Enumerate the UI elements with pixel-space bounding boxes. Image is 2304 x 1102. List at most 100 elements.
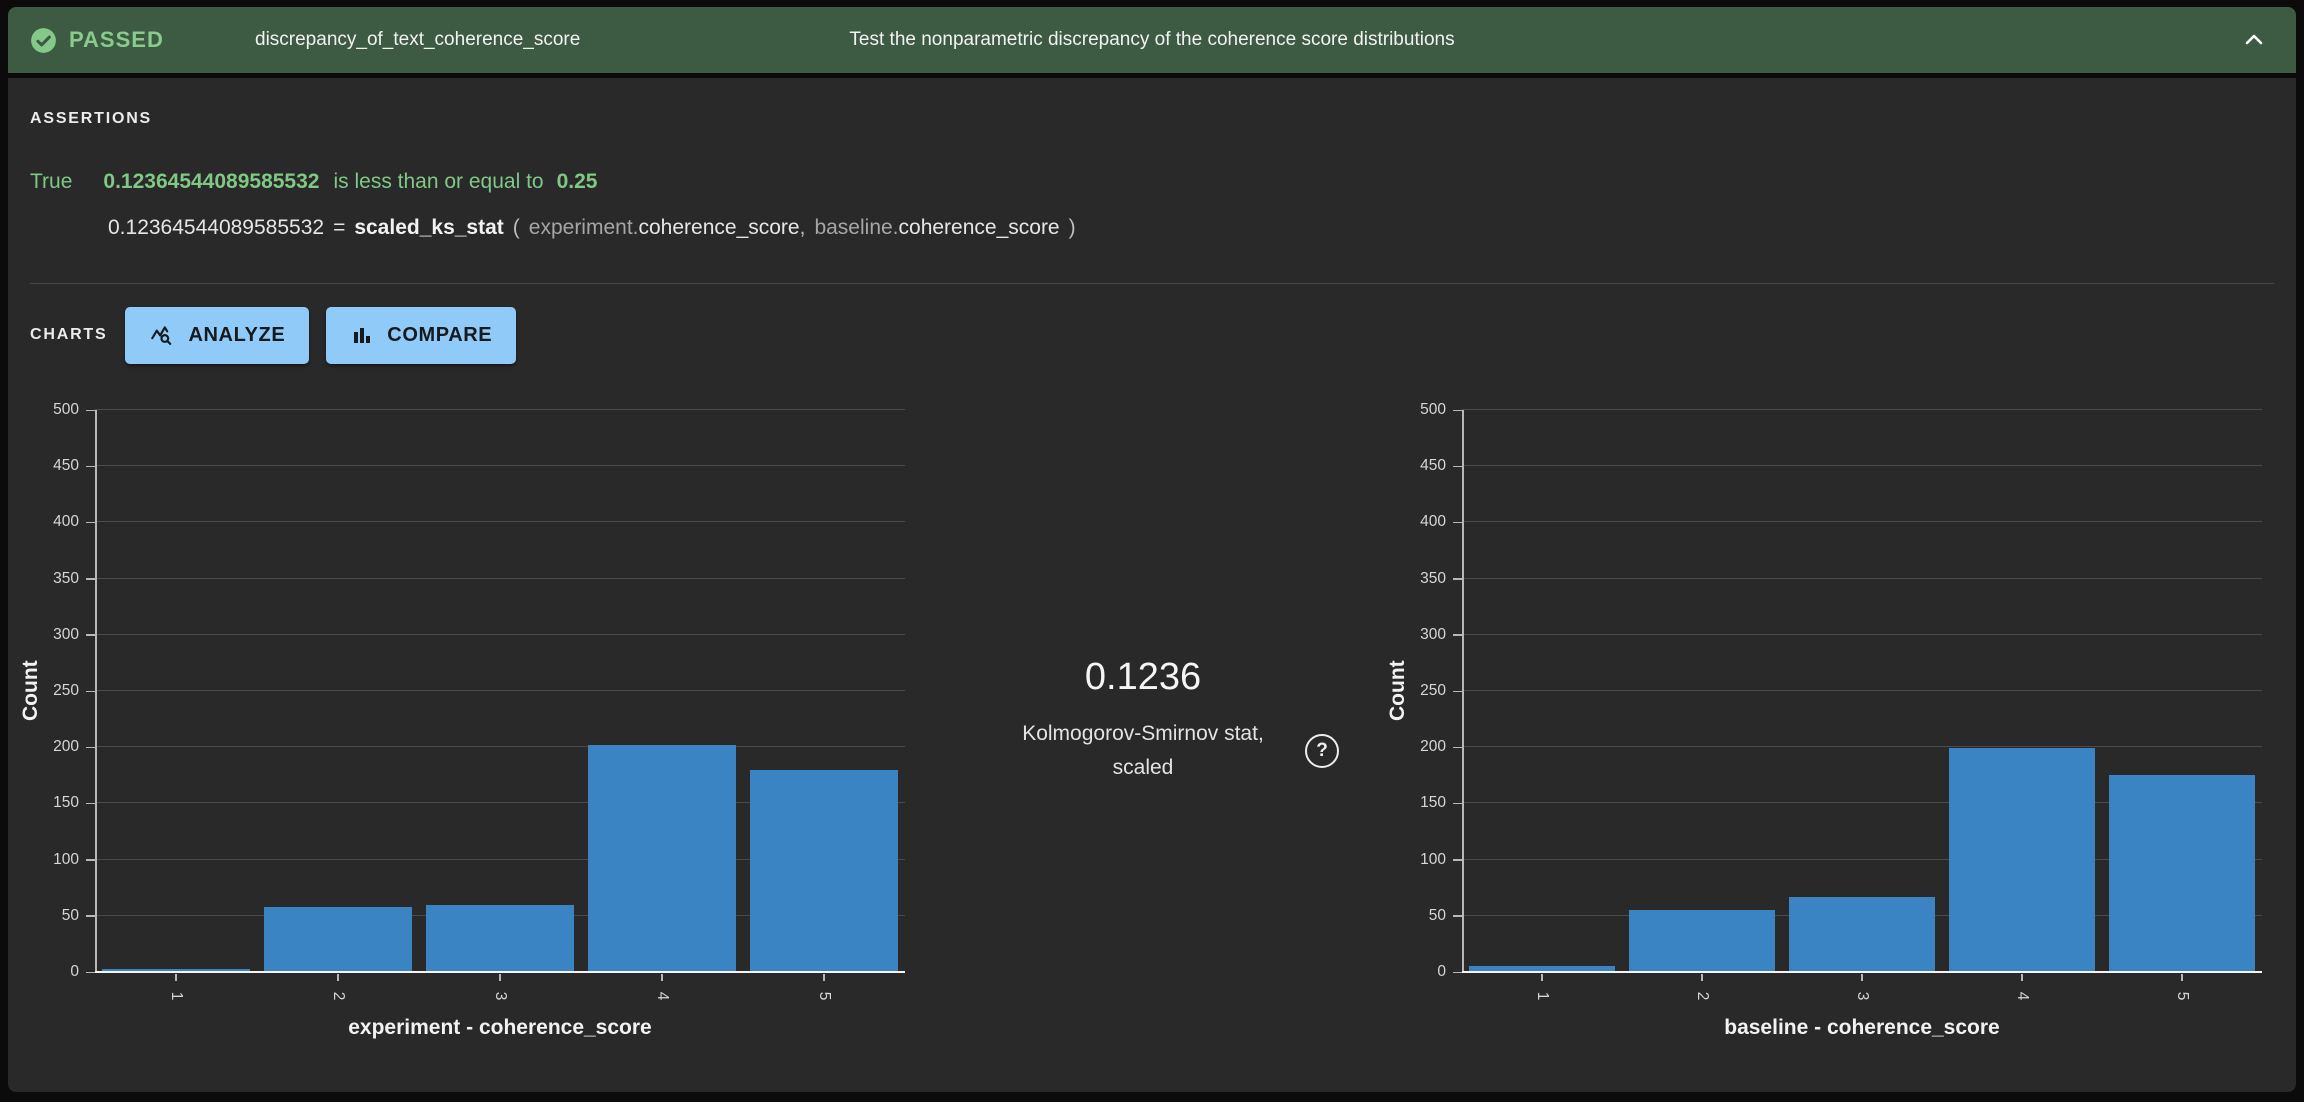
x-tick-mark — [2021, 974, 2023, 981]
y-tick-mark — [1453, 915, 1462, 917]
equation-separator: , — [800, 216, 806, 239]
y-tick-mark — [86, 859, 95, 861]
histogram-bar[interactable] — [426, 905, 574, 972]
x-tick-mark — [1541, 974, 1543, 981]
gridline — [95, 690, 905, 691]
gridline — [1462, 746, 2262, 747]
compare-button[interactable]: COMPARE — [326, 307, 516, 364]
assertion-value: 0.12364544089585532 — [103, 170, 319, 193]
test-name: discrepancy_of_text_coherence_score — [255, 7, 580, 73]
histogram-bar[interactable] — [264, 907, 412, 972]
x-tick-label: 2 — [327, 985, 349, 1007]
y-axis-line — [1462, 410, 1464, 972]
y-tick-mark — [1453, 634, 1462, 636]
x-tick-label: 1 — [165, 985, 187, 1007]
gridline — [1462, 521, 2262, 522]
y-tick-mark — [86, 915, 95, 917]
y-tick-mark — [86, 972, 95, 974]
test-result-header[interactable]: PASSED discrepancy_of_text_coherence_sco… — [8, 7, 2296, 73]
experiment-histogram: 05010015020025030035040045050012345exper… — [95, 410, 905, 972]
x-tick-mark — [2181, 974, 2183, 981]
y-tick-mark — [1453, 410, 1462, 412]
section-divider — [30, 283, 2274, 284]
help-question-icon[interactable]: ? — [1305, 734, 1339, 768]
y-tick-mark — [1453, 522, 1462, 524]
y-tick-mark — [86, 747, 95, 749]
equation-operator: = — [333, 216, 345, 239]
y-tick-mark — [1453, 859, 1462, 861]
gridline — [1462, 690, 2262, 691]
assertion-comparison: is less than or equal to — [333, 170, 543, 193]
x-tick-mark — [337, 974, 339, 981]
test-result-body: ASSERTIONS True 0.12364544089585532 is les… — [8, 78, 2296, 1092]
assertion-threshold: 0.25 — [557, 170, 598, 193]
equation-lhs: 0.12364544089585532 — [108, 216, 324, 239]
x-tick-label: 1 — [1531, 985, 1553, 1007]
analyze-icon — [149, 322, 175, 348]
y-tick-mark — [86, 522, 95, 524]
gridline — [95, 634, 905, 635]
gridline — [1462, 409, 2262, 410]
baseline-histogram: 05010015020025030035040045050012345basel… — [1462, 410, 2262, 972]
compare-button-label: COMPARE — [387, 324, 492, 347]
histogram-bar[interactable] — [2109, 775, 2255, 972]
x-tick-label: 5 — [2171, 985, 2193, 1007]
x-tick-mark — [823, 974, 825, 981]
y-axis-line — [95, 410, 97, 972]
ks-stat-value: 0.1236 — [958, 656, 1328, 699]
histogram-bar[interactable] — [1789, 897, 1935, 972]
assertion-result: True — [30, 170, 72, 193]
y-tick-mark — [86, 803, 95, 805]
check-circle-icon — [30, 27, 57, 54]
x-tick-mark — [499, 974, 501, 981]
gridline — [95, 746, 905, 747]
equation-arg1-namespace: experiment. — [529, 216, 639, 239]
equation-arg1-field: coherence_score — [639, 216, 800, 239]
y-tick-mark — [1453, 747, 1462, 749]
x-tick-mark — [1701, 974, 1703, 981]
equation-paren-open: ( — [513, 216, 520, 239]
y-axis-title: Count — [1386, 410, 1410, 972]
histogram-bar[interactable] — [588, 745, 736, 972]
histogram-bar[interactable] — [1949, 748, 2095, 972]
y-tick-mark — [1453, 691, 1462, 693]
charts-section-label: CHARTS — [30, 326, 107, 344]
x-tick-label: 5 — [813, 985, 835, 1007]
histogram-bar[interactable] — [1629, 910, 1775, 972]
gridline — [95, 578, 905, 579]
x-tick-mark — [661, 974, 663, 981]
gridline — [95, 521, 905, 522]
gridline — [95, 409, 905, 410]
equation-arg2-namespace: baseline. — [814, 216, 898, 239]
charts-toolbar: CHARTS ANALYZE COMPARE — [30, 306, 533, 364]
y-tick-mark — [86, 634, 95, 636]
y-tick-mark — [86, 691, 95, 693]
x-tick-label: 4 — [2011, 985, 2033, 1007]
x-tick-mark — [175, 974, 177, 981]
equation-arg2-field: coherence_score — [899, 216, 1060, 239]
x-axis-title: baseline - coherence_score — [1462, 1016, 2262, 1040]
collapse-chevron-up-icon[interactable] — [2242, 28, 2266, 52]
y-tick-mark — [86, 410, 95, 412]
gridline — [1462, 465, 2262, 466]
x-tick-label: 4 — [651, 985, 673, 1007]
assertions-section-label: ASSERTIONS — [30, 110, 152, 128]
assertion-result-line: True 0.12364544089585532 is less than or e… — [30, 170, 597, 194]
x-tick-label: 3 — [1851, 985, 1873, 1007]
compare-icon — [350, 323, 374, 347]
status-text: PASSED — [69, 27, 164, 53]
y-tick-mark — [86, 578, 95, 580]
analyze-button[interactable]: ANALYZE — [125, 307, 309, 364]
ks-stat-block: 0.1236 Kolmogorov-Smirnov stat, scaled — [958, 656, 1328, 784]
x-tick-label: 3 — [489, 985, 511, 1007]
y-tick-mark — [1453, 803, 1462, 805]
equation-function-name: scaled_ks_stat — [354, 216, 503, 239]
ks-stat-label: Kolmogorov-Smirnov stat, scaled — [958, 717, 1328, 784]
histogram-bar[interactable] — [750, 770, 898, 972]
y-axis-title: Count — [19, 410, 43, 972]
equation-paren-close: ) — [1069, 216, 1076, 239]
test-description: Test the nonparametric discrepancy of th… — [849, 7, 1454, 73]
x-axis-line — [95, 971, 905, 974]
assertion-equation-line: 0.12364544089585532 = scaled_ks_stat ( exper… — [108, 216, 1076, 240]
gridline — [95, 465, 905, 466]
